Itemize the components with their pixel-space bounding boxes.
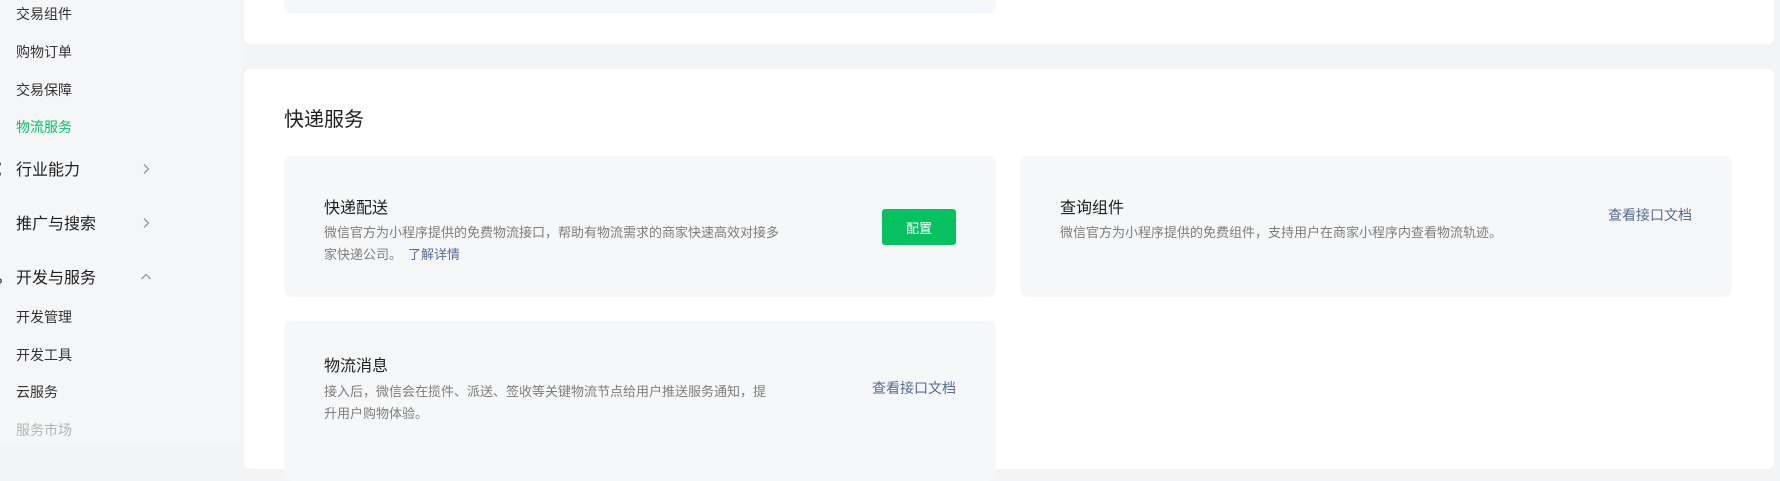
sidebar-item-trade-guarantee[interactable]: 交易保障	[16, 82, 72, 100]
tile-description-line: 接入后，微信会在揽件、派送、签收等关键物流节点给用户推送服务通知，提	[324, 382, 766, 404]
previous-section-card	[244, 0, 1774, 44]
tile-description-line: 家快递公司。了解详情	[324, 245, 779, 267]
tile-description: 微信官方为小程序提供的免费组件，支持用户在商家小程序内查看物流轨迹。	[1060, 223, 1502, 245]
sidebar-group-dev[interactable]: 开发与服务	[0, 266, 160, 290]
sidebar-item-dev-management[interactable]: 开发管理	[16, 309, 72, 327]
section-title: 快递服务	[284, 105, 364, 133]
tile-description-text: 家快递公司。	[324, 248, 402, 263]
tile-description: 微信官方为小程序提供的免费物流接口，帮助有物流需求的商家快速高效对接多 家快递公…	[324, 223, 779, 267]
previous-section-tile	[284, 0, 996, 13]
sidebar-item-orders[interactable]: 购物订单	[16, 44, 72, 62]
industry-icon	[0, 161, 8, 177]
sidebar-group-promotion[interactable]: 推广与搜索	[0, 212, 160, 236]
tile-title: 物流消息	[324, 355, 388, 377]
tile-title: 快递配送	[324, 197, 388, 219]
tile-title: 查询组件	[1060, 197, 1124, 219]
sidebar-item-dev-tools[interactable]: 开发工具	[16, 347, 72, 365]
promotion-icon	[0, 215, 8, 231]
sidebar-item-logistics[interactable]: 物流服务	[16, 119, 72, 137]
sidebar-group-label: 推广与搜索	[16, 213, 96, 235]
sidebar-item-market[interactable]: 服务市场	[16, 422, 72, 440]
sidebar-group-label: 行业能力	[16, 159, 80, 181]
view-api-docs-link[interactable]: 查看接口文档	[1608, 206, 1692, 226]
express-service-card: 快递服务 快递配送 微信官方为小程序提供的免费物流接口，帮助有物流需求的商家快速…	[244, 69, 1774, 469]
learn-more-link[interactable]: 了解详情	[408, 248, 460, 263]
tile-description-line: 微信官方为小程序提供的免费物流接口，帮助有物流需求的商家快速高效对接多	[324, 223, 779, 245]
view-api-docs-link[interactable]: 查看接口文档	[872, 379, 956, 399]
tile-description-line: 升用户购物体验。	[324, 404, 766, 426]
sidebar-item-cloud[interactable]: 云服务	[16, 384, 58, 402]
chevron-up-icon	[140, 271, 152, 283]
sidebar-group-label: 开发与服务	[16, 267, 96, 289]
sidebar-item-trade-components[interactable]: 交易组件	[16, 6, 72, 24]
sidebar-group-industry[interactable]: 行业能力	[0, 158, 160, 182]
chevron-right-icon	[140, 217, 152, 229]
tile-description: 接入后，微信会在揽件、派送、签收等关键物流节点给用户推送服务通知，提 升用户购物…	[324, 382, 766, 426]
configure-button[interactable]: 配置	[882, 209, 956, 245]
tile-logistics-message: 物流消息 接入后，微信会在揽件、派送、签收等关键物流节点给用户推送服务通知，提 …	[284, 321, 996, 481]
dev-icon	[0, 269, 8, 285]
chevron-right-icon	[140, 163, 152, 175]
tile-express-delivery: 快递配送 微信官方为小程序提供的免费物流接口，帮助有物流需求的商家快速高效对接多…	[284, 156, 996, 297]
sidebar: 交易组件 购物订单 交易保障 物流服务 行业能力 推广与搜索 开发与服务 开发管…	[0, 0, 242, 442]
tile-query-component: 查询组件 微信官方为小程序提供的免费组件，支持用户在商家小程序内查看物流轨迹。 …	[1020, 156, 1732, 297]
